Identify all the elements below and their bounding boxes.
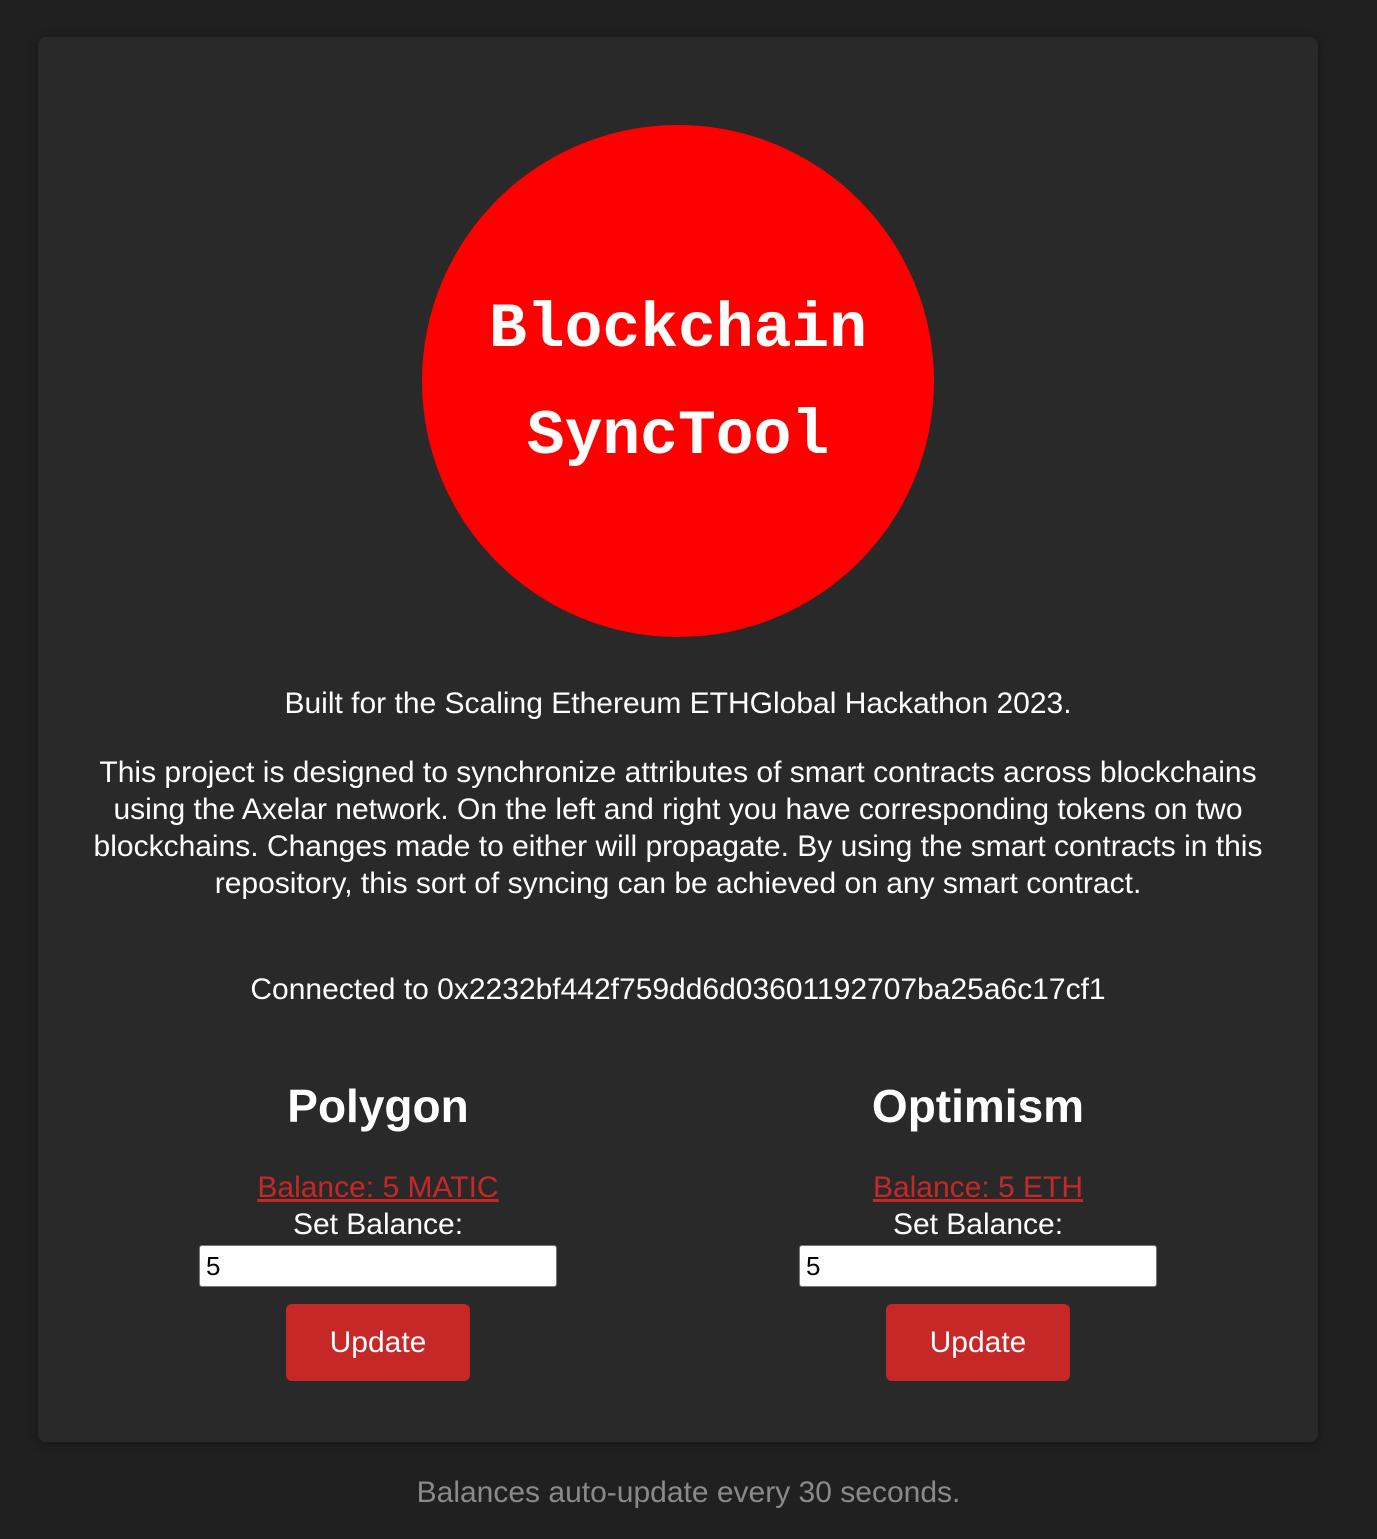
logo-circle: Blockchain SyncTool	[422, 125, 934, 637]
polygon-panel: Polygon Balance: 5 MATIC Set Balance: Up…	[178, 1077, 578, 1381]
polygon-title: Polygon	[287, 1080, 469, 1132]
polygon-balance-link[interactable]: Balance: 5 MATIC	[178, 1169, 578, 1206]
built-for-text: Built for the Scaling Ethereum ETHGlobal…	[284, 687, 1072, 720]
connected-address: Connected to 0x2232bf442f759dd6d03601192…	[250, 973, 1106, 1006]
main-card: Blockchain SyncTool Built for the Scalin…	[38, 37, 1318, 1442]
auto-update-note: Balances auto-update every 30 seconds.	[416, 1476, 961, 1509]
optimism-set-balance-label: Set Balance:	[892, 1208, 1064, 1241]
project-description: This project is designed to synchronize …	[93, 756, 1263, 900]
logo-text-line-1: Blockchain	[488, 294, 868, 365]
polygon-update-button[interactable]: Update	[286, 1304, 470, 1381]
polygon-set-balance-label: Set Balance:	[292, 1208, 464, 1241]
optimism-title: Optimism	[871, 1080, 1085, 1132]
optimism-panel: Optimism Balance: 5 ETH Set Balance: Upd…	[778, 1077, 1178, 1381]
optimism-balance-input[interactable]	[799, 1245, 1157, 1287]
optimism-update-button[interactable]: Update	[886, 1304, 1070, 1381]
optimism-balance-link[interactable]: Balance: 5 ETH	[778, 1169, 1178, 1206]
polygon-balance-input[interactable]	[199, 1245, 557, 1287]
logo-text-line-2: SyncTool	[526, 401, 830, 472]
